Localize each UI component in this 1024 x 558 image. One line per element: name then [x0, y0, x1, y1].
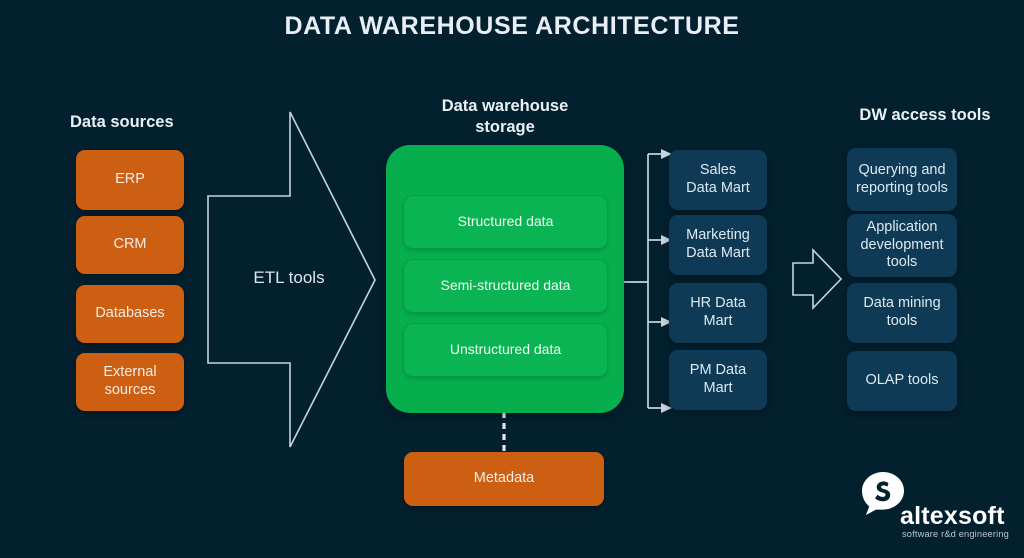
heading-data-warehouse-storage: Data warehouse storage	[392, 96, 618, 138]
access-tool-application-development-label: Application development tools	[860, 218, 944, 271]
data-mart-sales-line2: Data Mart	[686, 180, 750, 196]
metadata-card[interactable]: Metadata	[404, 452, 604, 506]
heading-storage-line2: storage	[475, 118, 535, 137]
data-mart-sales[interactable]: Sales Data Mart	[669, 150, 767, 210]
source-card-databases-label: Databases	[95, 305, 165, 322]
access-tool-olap-label: OLAP tools	[865, 372, 939, 389]
data-mart-sales-line1: Sales	[699, 162, 737, 179]
altexsoft-logo: altexsoft software r&d engineering	[860, 470, 1010, 545]
data-mart-pm[interactable]: PM Data Mart	[669, 350, 767, 410]
altexsoft-wordmark: altexsoft	[900, 502, 1005, 530]
source-card-erp-label: ERP	[115, 171, 145, 188]
access-tool-data-mining-label: Data mining tools	[863, 295, 941, 329]
access-tool-data-mining[interactable]: Data mining tools	[847, 283, 957, 343]
source-card-crm-label: CRM	[113, 236, 147, 253]
data-mart-marketing[interactable]: Marketing Data Mart	[669, 215, 767, 275]
data-mart-pm-line1: PM Data	[689, 362, 747, 379]
heading-storage-line1: Data warehouse	[441, 97, 569, 115]
data-mart-hr-line2: Mart	[703, 313, 733, 329]
warehouse-layer-structured-data[interactable]: Structured data	[403, 195, 608, 249]
source-card-crm[interactable]: CRM	[76, 216, 184, 274]
warehouse-layer-semi-structured-data-label: Semi-structured data	[440, 277, 571, 294]
warehouse-layer-semi-structured-data[interactable]: Semi-structured data	[403, 259, 608, 313]
etl-tools-label: ETL tools	[253, 268, 325, 287]
source-card-external-sources-label: External sources	[103, 364, 157, 398]
data-warehouse-storage-container: Structured data Semi-structured data Uns…	[386, 145, 624, 413]
warehouse-layer-unstructured-data-label: Unstructured data	[449, 341, 562, 358]
access-tool-querying-and-reporting[interactable]: Querying and reporting tools	[847, 148, 957, 211]
source-card-erp[interactable]: ERP	[76, 150, 184, 210]
warehouse-layer-unstructured-data[interactable]: Unstructured data	[403, 323, 608, 377]
metadata-card-label: Metadata	[473, 470, 535, 487]
data-mart-hr-line1: HR Data	[690, 295, 746, 312]
access-tool-querying-and-reporting-label: Querying and reporting tools	[856, 161, 948, 196]
source-card-databases[interactable]: Databases	[76, 285, 184, 343]
page-title: DATA WAREHOUSE ARCHITECTURE	[284, 12, 740, 40]
access-tool-olap[interactable]: OLAP tools	[847, 351, 957, 411]
altexsoft-tagline: software r&d engineering	[902, 529, 1009, 539]
data-mart-marketing-line1: Marketing	[686, 227, 750, 244]
access-arrow-shape	[792, 248, 843, 310]
data-mart-marketing-line2: Data Mart	[686, 245, 750, 261]
source-card-external-sources[interactable]: External sources	[76, 353, 184, 411]
heading-data-sources: Data sources	[70, 113, 174, 131]
diagram-canvas: DATA WAREHOUSE ARCHITECTURE Data sources…	[0, 0, 1024, 558]
data-mart-hr[interactable]: HR Data Mart	[669, 283, 767, 343]
warehouse-layer-structured-data-label: Structured data	[457, 213, 554, 230]
access-tool-application-development[interactable]: Application development tools	[847, 214, 957, 277]
data-mart-pm-line2: Mart	[703, 380, 733, 396]
heading-dw-access-tools: DW access tools	[859, 106, 991, 124]
mart-branch-lines	[624, 153, 663, 409]
